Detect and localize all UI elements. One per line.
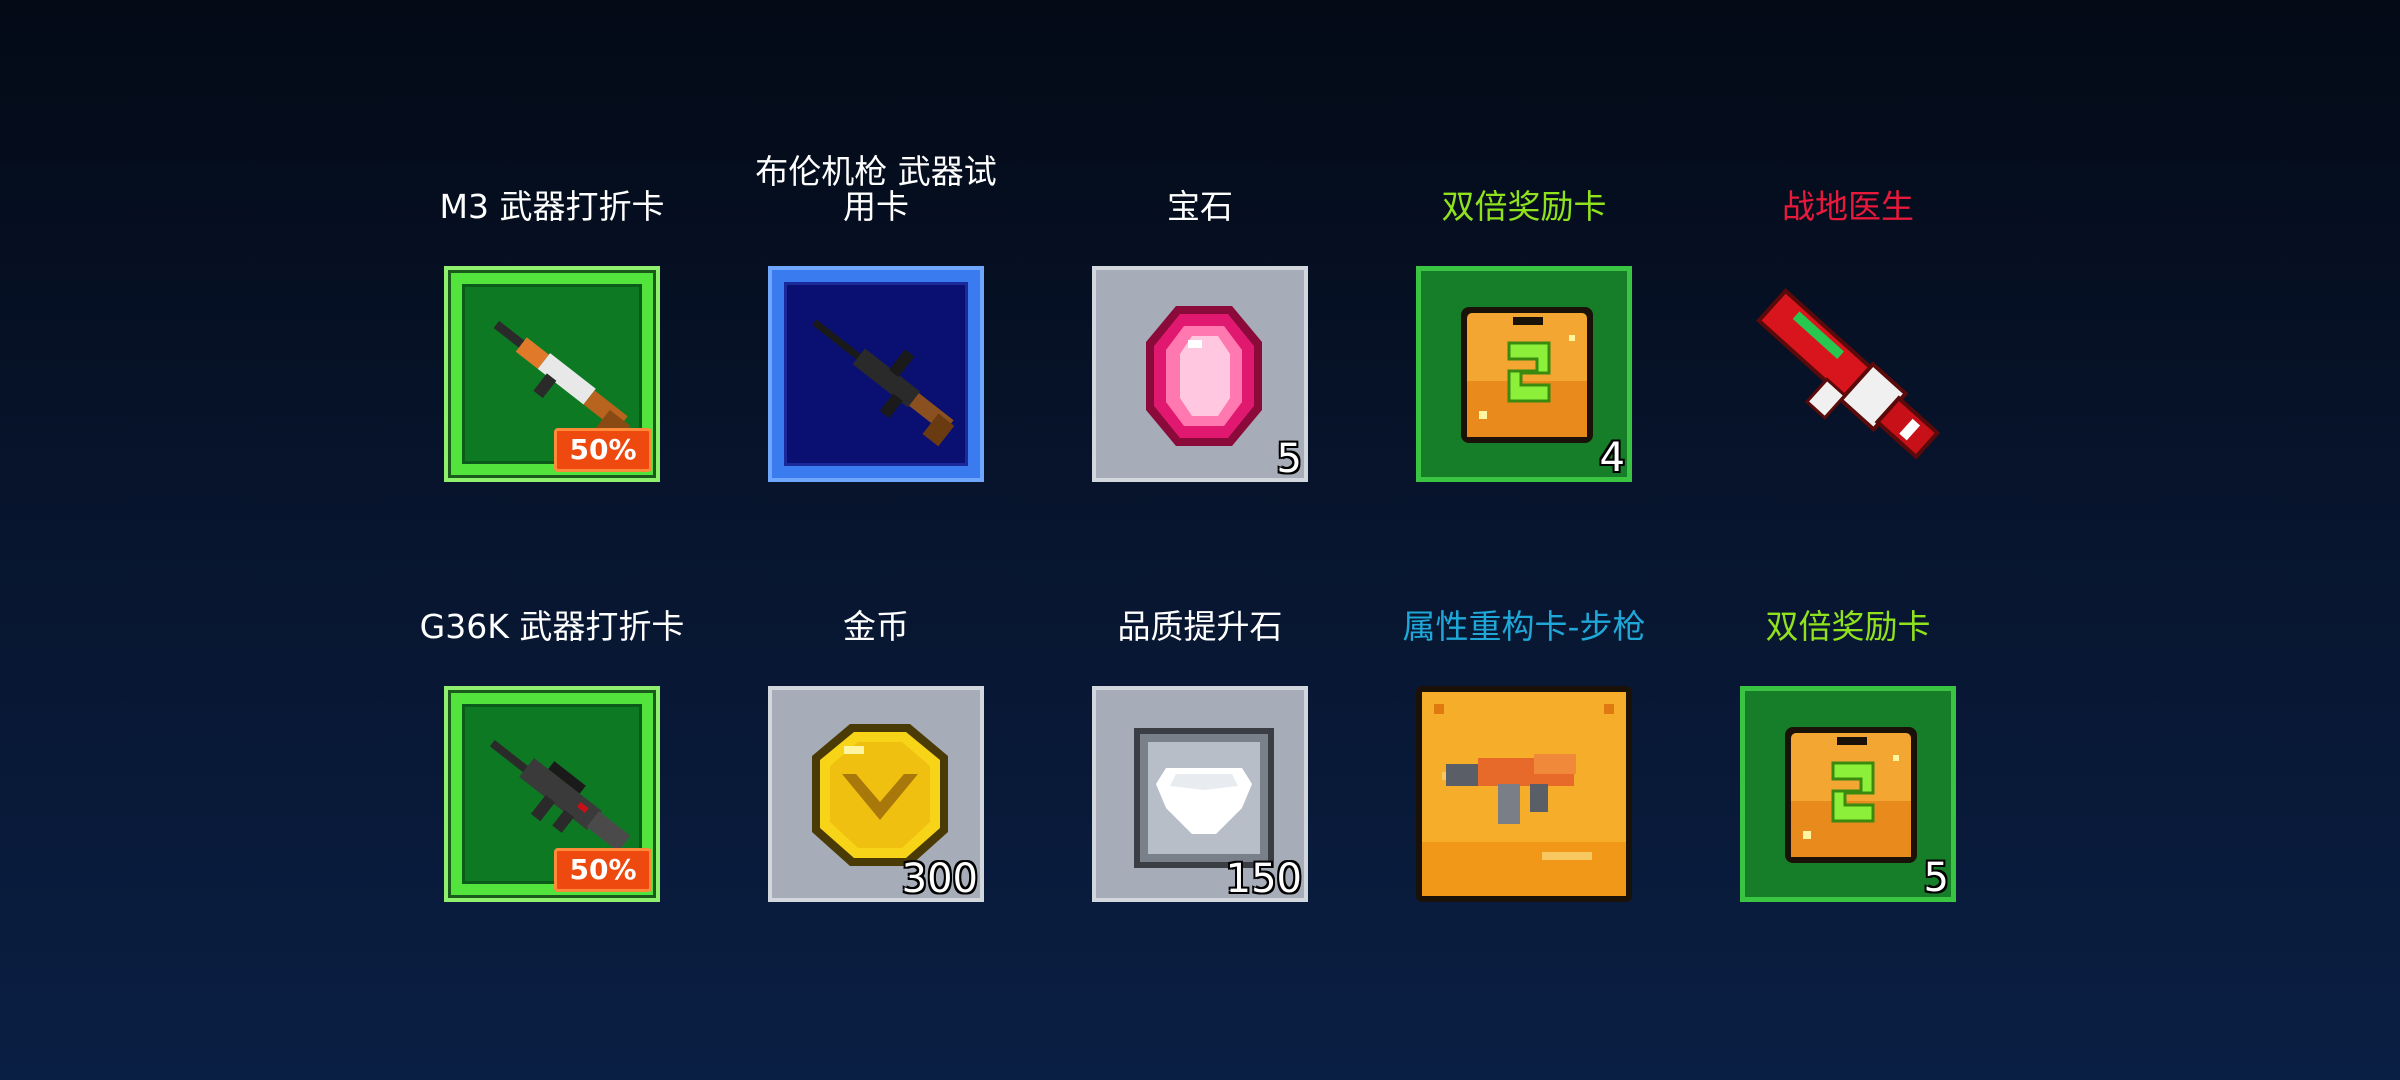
reward-tile[interactable]: 300 bbox=[768, 686, 984, 902]
reward-count: 4 bbox=[1599, 435, 1625, 481]
reward-gold-coins[interactable]: 金币 300 bbox=[726, 550, 1026, 902]
reward-rifle-reforge[interactable]: 属性重构卡-步枪 bbox=[1374, 550, 1674, 902]
reward-tile[interactable]: 5 bbox=[1740, 686, 1956, 902]
reward-title: 双倍奖励卡 bbox=[1765, 607, 1931, 646]
reward-count: 300 bbox=[901, 856, 978, 902]
reward-gems[interactable]: 宝石 5 bbox=[1050, 130, 1350, 482]
reward-tile[interactable]: 5 bbox=[1092, 266, 1308, 482]
reward-g36k-discount[interactable]: G36K 武器打折卡 50% bbox=[402, 550, 702, 902]
reward-title: M3 武器打折卡 bbox=[439, 187, 665, 226]
reward-tile[interactable]: 4 bbox=[1416, 266, 1632, 482]
reward-title: 双倍奖励卡 bbox=[1441, 187, 1607, 226]
reward-title: 品质提升石 bbox=[1117, 607, 1283, 646]
discount-badge: 50% bbox=[554, 848, 652, 892]
reward-m3-discount[interactable]: M3 武器打折卡 50% bbox=[402, 130, 702, 482]
reward-tile[interactable] bbox=[1740, 266, 1956, 482]
reward-tile[interactable] bbox=[768, 266, 984, 482]
reward-tile[interactable] bbox=[1416, 686, 1632, 902]
field-medic-gun-icon bbox=[1755, 288, 1941, 460]
discount-badge: 50% bbox=[554, 428, 652, 472]
reward-bren-trial[interactable]: 布伦机枪 武器试用卡 bbox=[726, 130, 1026, 482]
reward-count: 150 bbox=[1225, 856, 1302, 902]
reward-title: 战地医生 bbox=[1782, 187, 1914, 226]
reward-double-card-2[interactable]: 双倍奖励卡 5 bbox=[1698, 550, 1998, 902]
rifle-reforge-card-icon bbox=[1422, 692, 1626, 896]
reward-title: G36K 武器打折卡 bbox=[419, 607, 685, 646]
reward-tile[interactable]: 150 bbox=[1092, 686, 1308, 902]
reward-quality-stone[interactable]: 品质提升石 150 bbox=[1050, 550, 1350, 902]
reward-count: 5 bbox=[1276, 436, 1302, 482]
reward-double-card[interactable]: 双倍奖励卡 4 bbox=[1374, 130, 1674, 482]
reward-field-medic[interactable]: 战地医生 bbox=[1698, 130, 1998, 460]
bren-gun-icon bbox=[812, 319, 955, 447]
reward-tile[interactable]: 50% bbox=[444, 686, 660, 902]
reward-title: 布伦机枪 武器试用卡 bbox=[755, 152, 997, 226]
reward-count: 5 bbox=[1923, 855, 1949, 901]
reward-title: 属性重构卡-步枪 bbox=[1402, 607, 1646, 646]
reward-title: 宝石 bbox=[1167, 187, 1233, 226]
reward-title: 金币 bbox=[843, 607, 909, 646]
reward-tile[interactable]: 50% bbox=[444, 266, 660, 482]
